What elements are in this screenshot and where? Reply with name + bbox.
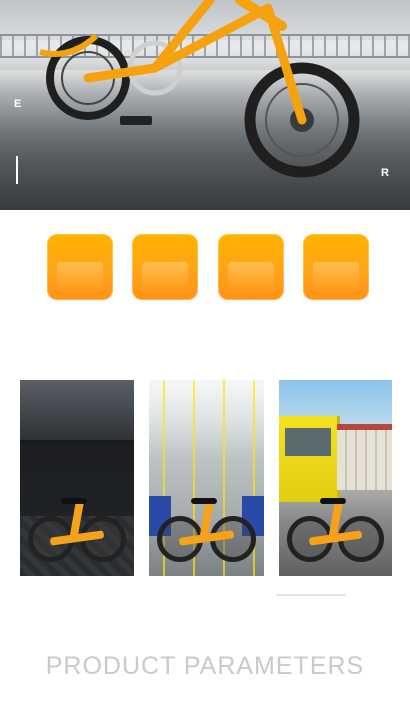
folding-bike-hero (39, 0, 360, 178)
car-trunk-lid (20, 380, 134, 444)
photo-car-trunk (20, 380, 134, 576)
folded-bike (28, 492, 126, 562)
hero-divider (16, 156, 18, 184)
caption-divider (276, 594, 346, 596)
feature-tile-3 (218, 234, 284, 300)
hero-letter-right: R (381, 167, 389, 179)
folded-bike (157, 492, 256, 562)
hero-letter-left: E (14, 98, 22, 110)
buildings (337, 424, 392, 490)
feature-tile-1 (47, 234, 113, 300)
feature-tile-4 (303, 234, 369, 300)
yellow-bus (279, 416, 340, 502)
feature-icon-row (0, 234, 410, 302)
section-title: PRODUCT PARAMETERS (45, 652, 365, 680)
folded-bike (287, 492, 384, 562)
feature-tile-2 (132, 234, 198, 300)
photo-subway (149, 380, 264, 576)
hero-banner: E R (0, 0, 410, 210)
photo-street (279, 380, 392, 576)
